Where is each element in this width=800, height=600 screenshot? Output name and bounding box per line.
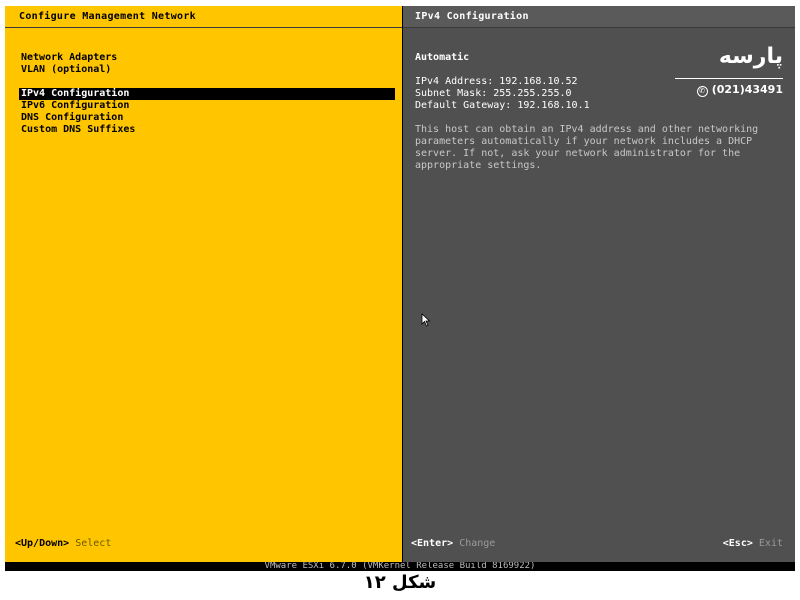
right-title-bar: IPv4 Configuration [403,6,795,28]
phone-number: ✆ (021)43491 [696,83,783,97]
menu-item-custom-dns-suffixes[interactable]: Custom DNS Suffixes [19,124,395,136]
exit-hint: <Esc> Exit [723,538,783,549]
pane-title: Configure Management Network [19,11,196,22]
phone-icon: ✆ [696,86,708,97]
default-gateway: Default Gateway: 192.168.10.1 [415,100,590,111]
esxi-console: Configure Management Network Network Ada… [5,6,795,571]
network-menu: Network Adapters VLAN (optional) IPv4 Co… [19,52,395,136]
phone-text: (021)43491 [711,83,783,96]
menu-item-network-adapters[interactable]: Network Adapters [19,52,395,64]
status-bar: VMware ESXi 6.7.0 (VMKernel Release Buil… [5,562,795,571]
ipv4-description: This host can obtain an IPv4 address and… [415,124,759,171]
watermark-logo: پارسه ✆ (021)43491 [673,44,785,100]
figure-caption: شکل ۱۲ [363,572,437,593]
select-hint: <Up/Down> Select [15,538,111,549]
up-down-key: <Up/Down> [15,538,70,549]
select-action: Select [75,538,112,549]
exit-action: Exit [758,538,783,549]
menu-item-ipv6-configuration[interactable]: IPv6 Configuration [19,100,395,112]
menu-item-vlan[interactable]: VLAN (optional) [19,64,395,76]
change-hint: <Enter> Change [411,538,495,549]
info-title: IPv4 Configuration [415,11,529,22]
menu-spacer [19,76,395,88]
logo-text: پارسه [718,44,783,69]
ipv4-info-pane: IPv4 Configuration Automatic IPv4 Addres… [403,6,795,562]
esc-key: <Esc> [722,538,753,549]
configure-network-pane: Configure Management Network Network Ada… [5,6,402,562]
menu-item-ipv4-configuration[interactable]: IPv4 Configuration [19,88,395,100]
change-action: Change [459,538,496,549]
enter-key: <Enter> [411,538,454,549]
left-title-bar: Configure Management Network [5,6,402,28]
logo-underline [675,78,783,79]
menu-item-dns-configuration[interactable]: DNS Configuration [19,112,395,124]
